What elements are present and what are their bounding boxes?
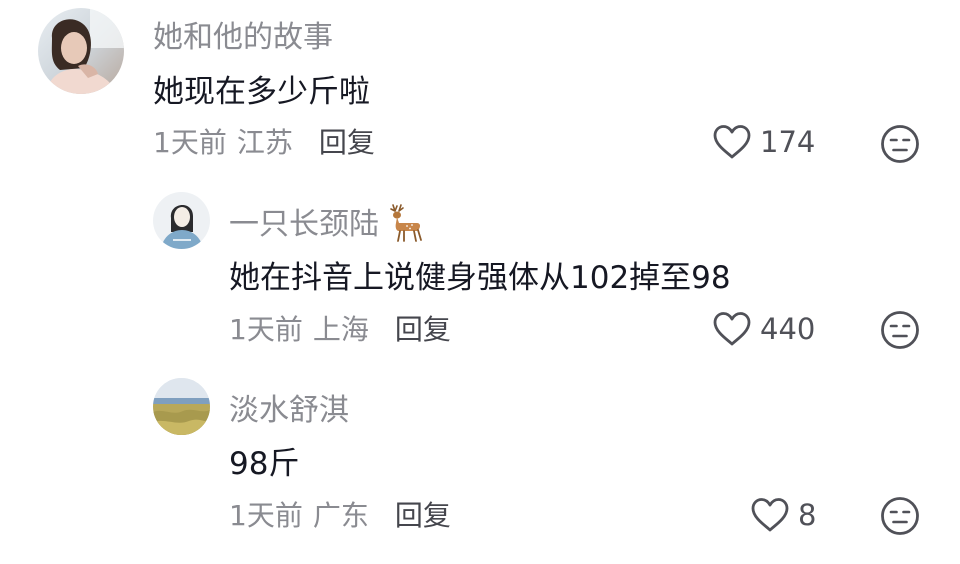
like-button[interactable]: 8: [750, 494, 816, 536]
heart-icon: [751, 498, 789, 532]
like-count: 174: [760, 125, 816, 159]
user-avatar-landscape-icon: [153, 378, 210, 435]
timestamp: 1天前: [229, 499, 303, 532]
deer-emoji-icon: [383, 201, 425, 251]
dislike-button[interactable]: [880, 310, 920, 354]
neutral-face-icon: [881, 497, 919, 535]
username-text: 一只长颈陆: [229, 207, 379, 242]
avatar[interactable]: [153, 192, 210, 249]
neutral-face-icon: [881, 311, 919, 349]
timestamp: 1天前: [153, 126, 227, 159]
location: 广东: [312, 499, 369, 532]
comment-meta: 1天前 广东 回复: [229, 495, 451, 533]
comment-text: 她在抖音上说健身强体从102掉至98: [229, 260, 731, 296]
comment-meta: 1天前 江苏 回复: [153, 122, 375, 160]
like-button[interactable]: 440: [712, 308, 815, 350]
neutral-face-icon: [881, 125, 919, 163]
like-count: 8: [798, 498, 817, 532]
avatar[interactable]: [153, 378, 210, 435]
avatar[interactable]: [38, 8, 124, 94]
reply-button[interactable]: 回复: [319, 121, 375, 161]
location: 江苏: [236, 126, 293, 159]
heart-icon: [713, 125, 751, 159]
comment-meta: 1天前 上海 回复: [229, 309, 451, 347]
user-avatar-drawing-icon: [153, 192, 210, 249]
like-count: 440: [760, 312, 816, 346]
comment-text: 98斤: [229, 446, 300, 482]
dislike-button[interactable]: [880, 124, 920, 168]
user-avatar-photo-icon: [38, 8, 124, 94]
username[interactable]: 她和他的故事: [153, 12, 333, 56]
timestamp: 1天前: [229, 313, 303, 346]
reply-button[interactable]: 回复: [395, 494, 451, 534]
heart-icon: [713, 312, 751, 346]
comment-text: 她现在多少斤啦: [153, 74, 370, 110]
location: 上海: [312, 313, 369, 346]
username[interactable]: 一只长颈陆: [229, 199, 425, 251]
dislike-button[interactable]: [880, 496, 920, 540]
like-button[interactable]: 174: [712, 121, 815, 163]
username[interactable]: 淡水舒淇: [229, 385, 349, 429]
reply-button[interactable]: 回复: [395, 308, 451, 348]
